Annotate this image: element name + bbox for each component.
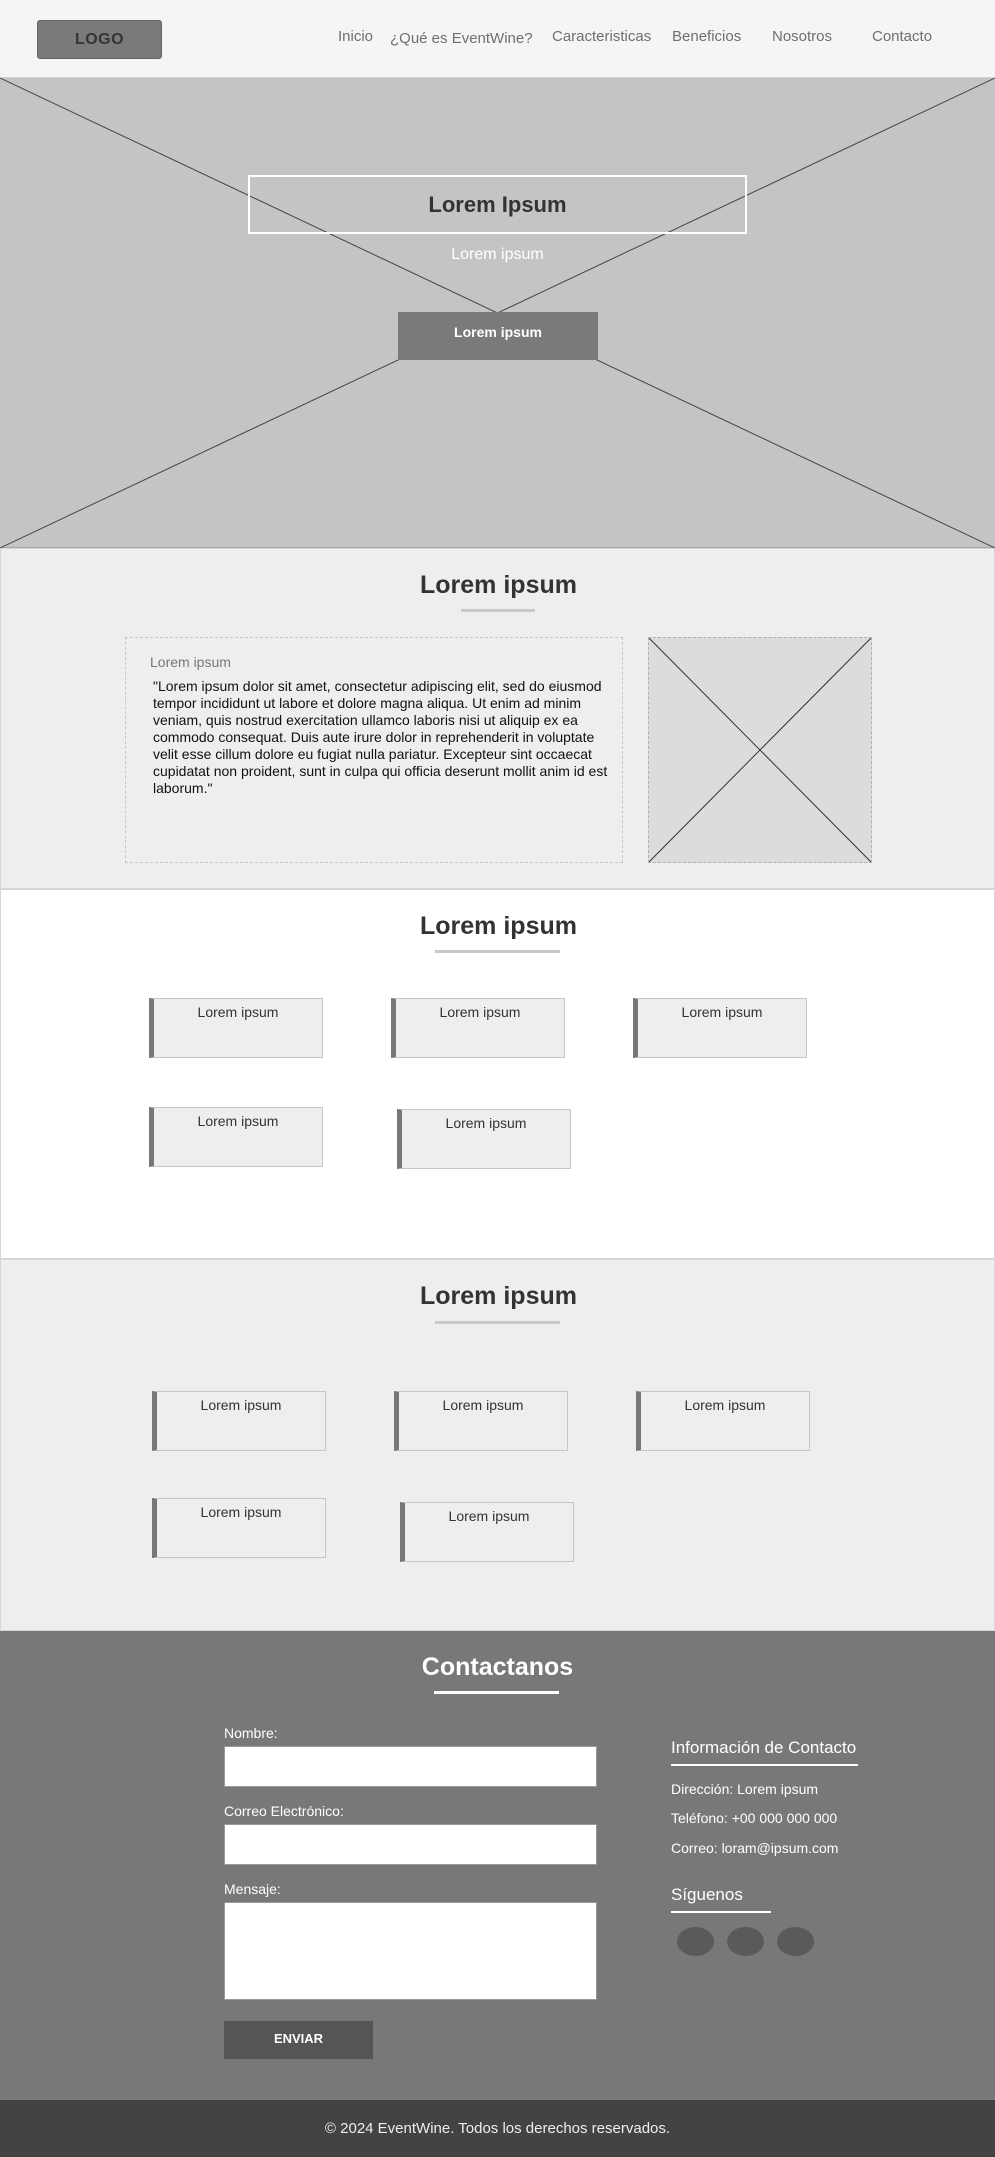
features-title-underline: [435, 950, 560, 953]
feature-card[interactable]: Lorem ipsum: [391, 998, 565, 1058]
nav-inicio[interactable]: Inicio: [338, 28, 373, 45]
contact-info-underline: [671, 1764, 858, 1766]
feature-card[interactable]: Lorem ipsum: [397, 1109, 571, 1169]
name-input[interactable]: [224, 1746, 597, 1787]
send-button[interactable]: ENVIAR: [224, 2021, 373, 2059]
social-icon[interactable]: [677, 1927, 714, 1956]
nav-nosotros[interactable]: Nosotros: [772, 28, 832, 45]
feature-card[interactable]: Lorem ipsum: [149, 998, 323, 1058]
follow-title: Síguenos: [671, 1885, 743, 1904]
message-label: Mensaje:: [224, 1881, 281, 1897]
message-textarea[interactable]: [224, 1902, 597, 2000]
header: LOGO Inicio ¿Qué es EventWine? Caracteri…: [0, 0, 995, 78]
contact-phone: Teléfono: +00 000 000 000: [671, 1810, 838, 1826]
benefit-card[interactable]: Lorem ipsum: [400, 1502, 574, 1562]
footer-copyright: © 2024 EventWine. Todos los derechos res…: [324, 2120, 671, 2137]
hero-section: Lorem Ipsum Lorem ipsum Lorem ipsum: [0, 78, 995, 548]
features-title: Lorem ipsum: [420, 912, 577, 940]
nav-caracteristicas[interactable]: Caracteristicas: [552, 28, 651, 45]
email-input[interactable]: [224, 1824, 597, 1865]
name-label: Nombre:: [224, 1725, 278, 1741]
benefits-title: Lorem ipsum: [420, 1282, 577, 1310]
contact-info-title: Información de Contacto: [671, 1738, 857, 1757]
email-label: Correo Electrónico:: [224, 1803, 344, 1819]
nav-contacto[interactable]: Contacto: [872, 28, 932, 45]
social-icon[interactable]: [777, 1927, 814, 1956]
about-placeholder-image: [648, 637, 872, 863]
hero-title: Lorem Ipsum: [248, 175, 747, 234]
contact-address: Dirección: Lorem ipsum: [671, 1781, 819, 1797]
contact-title: Contactanos: [421, 1653, 574, 1681]
hero-subtitle: Lorem ipsum: [451, 246, 544, 263]
about-title: Lorem ipsum: [420, 571, 577, 599]
benefit-card[interactable]: Lorem ipsum: [152, 1391, 326, 1451]
about-section: Lorem ipsum Lorem ipsum "Lorem ipsum dol…: [0, 548, 995, 889]
about-label: Lorem ipsum: [150, 654, 231, 670]
hero-cta-button[interactable]: Lorem ipsum: [398, 312, 598, 360]
feature-card[interactable]: Lorem ipsum: [149, 1107, 323, 1167]
contact-email[interactable]: Correo: loram@ipsum.com: [671, 1840, 838, 1856]
logo[interactable]: LOGO: [37, 20, 162, 59]
contact-section: Contactanos Nombre: Correo Electrónico: …: [0, 1631, 995, 2100]
benefit-card[interactable]: Lorem ipsum: [636, 1391, 810, 1451]
about-text-box: Lorem ipsum "Lorem ipsum dolor sit amet,…: [125, 637, 623, 863]
benefits-section: Lorem ipsum Lorem ipsum Lorem ipsum Lore…: [0, 1259, 995, 1631]
footer: © 2024 EventWine. Todos los derechos res…: [0, 2100, 995, 2157]
nav-beneficios[interactable]: Beneficios: [672, 28, 741, 45]
social-icon[interactable]: [727, 1927, 764, 1956]
contact-title-underline: [434, 1691, 559, 1694]
benefits-title-underline: [435, 1321, 560, 1324]
benefit-card[interactable]: Lorem ipsum: [394, 1391, 568, 1451]
follow-underline: [671, 1911, 771, 1913]
features-section: Lorem ipsum Lorem ipsum Lorem ipsum Lore…: [0, 889, 995, 1259]
about-paragraph: "Lorem ipsum dolor sit amet, consectetur…: [153, 678, 608, 796]
nav-que-es[interactable]: ¿Qué es EventWine?: [390, 30, 533, 47]
benefit-card[interactable]: Lorem ipsum: [152, 1498, 326, 1558]
feature-card[interactable]: Lorem ipsum: [633, 998, 807, 1058]
about-title-underline: [461, 609, 535, 612]
